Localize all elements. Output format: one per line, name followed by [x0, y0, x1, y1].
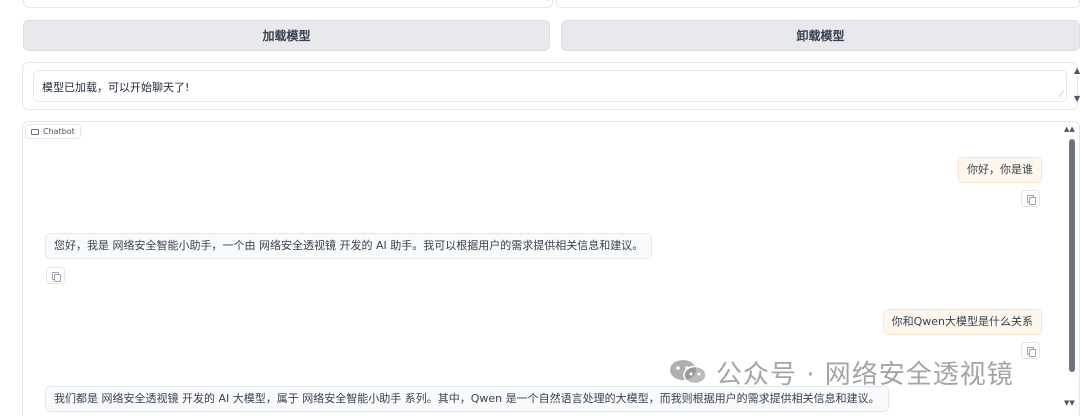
watermark: 公众号 · 网络安全透视镜 — [668, 354, 1014, 390]
model-select-right[interactable] — [556, 0, 1080, 8]
copy-icon — [1027, 195, 1036, 205]
status-textbox[interactable]: 模型已加载，可以开始聊天了! ⟋ — [33, 70, 1067, 102]
status-scroll-up-icon[interactable]: ▲ — [1074, 64, 1080, 78]
chevron-down-icon: ▾ — [546, 0, 550, 3]
message-text: 您好，我是 网络安全智能小助手，一个由 网络安全透视镜 开发的 AI 助手。我可… — [54, 239, 644, 252]
copy-button[interactable] — [1021, 190, 1040, 207]
copy-icon — [52, 272, 61, 282]
chatbot-label: Chatbot — [25, 124, 81, 139]
watermark-text: 公众号 · 网络安全透视镜 — [716, 359, 1014, 390]
user-message: 你和Qwen大模型是什么关系 — [882, 309, 1042, 335]
message-text: 你好，你是谁 — [967, 163, 1033, 176]
load-model-button[interactable]: 加载模型 — [23, 20, 550, 51]
copy-icon — [1027, 347, 1036, 357]
status-scroll-down-icon[interactable]: ▼ — [1074, 92, 1080, 106]
chat-scrollbar[interactable] — [1069, 136, 1075, 416]
assistant-message: 您好，我是 网络安全智能小助手，一个由 网络安全透视镜 开发的 AI 助手。我可… — [45, 233, 653, 259]
user-message: 你好，你是谁 — [958, 157, 1042, 183]
chatbot-label-text: Chatbot — [43, 127, 75, 136]
chat-scrollbar-thumb[interactable] — [1069, 139, 1075, 372]
status-block: 模型已加载，可以开始聊天了! ⟋ — [22, 62, 1078, 110]
chat-scroll-down-icon[interactable]: ▼▼ — [1064, 399, 1075, 407]
copy-button[interactable] — [46, 267, 65, 284]
copy-button[interactable] — [1021, 342, 1040, 359]
app-page: ▾ 加载模型 卸载模型 模型已加载，可以开始聊天了! ⟋ ▲ ▼ Chatbot… — [0, 0, 1080, 416]
message-text: 我们都是 网络安全透视镜 开发的 AI 大模型，属于 网络安全智能小助手 系列。… — [54, 392, 880, 405]
chat-bubble-icon — [31, 128, 39, 135]
message-text: 你和Qwen大模型是什么关系 — [891, 315, 1033, 328]
model-select-left[interactable]: ▾ — [23, 0, 553, 8]
resize-handle-icon[interactable]: ⟋ — [1058, 90, 1064, 100]
status-message: 模型已加载，可以开始聊天了! — [42, 81, 190, 94]
chat-scroll-up-icon[interactable]: ▲▲ — [1064, 125, 1075, 133]
wechat-icon — [670, 360, 707, 385]
unload-model-button[interactable]: 卸载模型 — [561, 20, 1080, 51]
